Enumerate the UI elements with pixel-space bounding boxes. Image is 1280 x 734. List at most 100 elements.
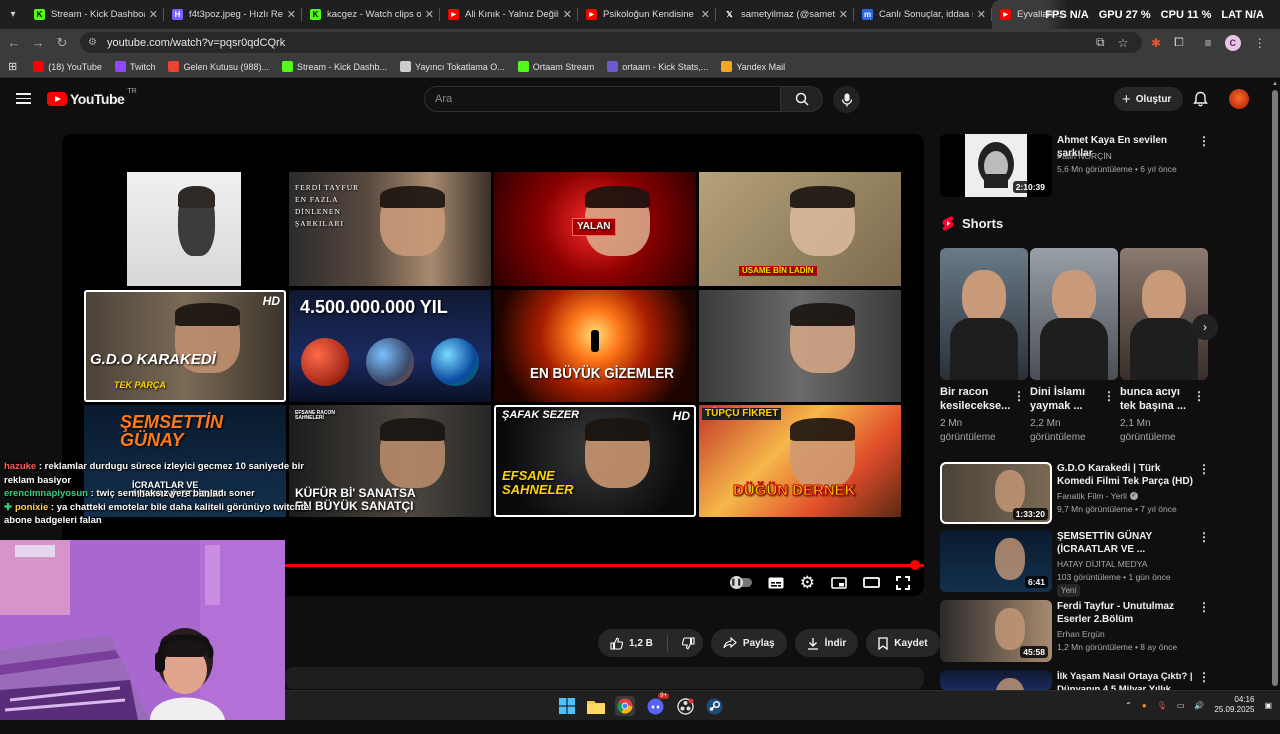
bookmark-item[interactable]: Ortaam Stream bbox=[517, 61, 594, 72]
thumbs-down-icon[interactable] bbox=[681, 636, 695, 650]
bookmark-item[interactable]: ortaam - Kick Stats,... bbox=[607, 61, 708, 72]
tab-close-icon[interactable]: ✕ bbox=[425, 8, 434, 21]
shorts-next-chevron-icon[interactable]: › bbox=[1192, 314, 1218, 340]
tab-close-icon[interactable]: ✕ bbox=[287, 8, 296, 21]
search-button[interactable] bbox=[781, 86, 823, 112]
endscreen-4-5-milyar[interactable]: 4.500.000.000 YIL bbox=[289, 290, 491, 402]
youtube-logo[interactable]: YouTube TR bbox=[47, 88, 137, 107]
forward-icon[interactable]: → bbox=[26, 31, 50, 55]
endscreen-portraits[interactable] bbox=[699, 290, 901, 402]
hamburger-menu-icon[interactable] bbox=[16, 93, 31, 104]
page-scrollbar[interactable]: ▲ bbox=[1270, 78, 1280, 690]
search-input[interactable] bbox=[424, 86, 781, 112]
site-info-icon[interactable]: ⚙ bbox=[88, 37, 97, 48]
browser-tab[interactable]: 𝕏sametyilmaz (@sametyilm ✕ bbox=[716, 0, 854, 29]
video-title[interactable]: ŞEMSETTİN GÜNAY (İCRAATLAR VE ... bbox=[1057, 530, 1195, 556]
extensions-puzzle-icon[interactable]: ⧠ bbox=[1174, 35, 1184, 50]
browser-tab[interactable]: ▶ Ali Kınık - Yalnız Değilsin ✕ bbox=[440, 0, 578, 29]
short-title[interactable]: Bir racon kesilecekse... bbox=[940, 385, 1015, 413]
tab-close-icon[interactable]: ✕ bbox=[977, 8, 986, 21]
short-thumbnail[interactable] bbox=[1120, 248, 1208, 380]
sidebar-top-video[interactable]: 2:10:39 Ahmet Kaya En sevilen şarkılar F… bbox=[940, 134, 1260, 198]
bookmark-item[interactable]: Yayıncı Tokatlama O... bbox=[400, 61, 505, 72]
endscreen-yalan[interactable]: YALAN bbox=[494, 172, 696, 286]
scrollbar-thumb[interactable] bbox=[1272, 90, 1278, 686]
short-thumbnail[interactable] bbox=[1030, 248, 1118, 380]
video-menu-icon[interactable]: ⋮ bbox=[1198, 530, 1210, 544]
video-title[interactable]: Ferdi Tayfur - Unutulmaz Eserler 2.Bölüm bbox=[1057, 600, 1195, 626]
tab-search-chevron-icon[interactable]: ▾ bbox=[0, 0, 26, 29]
install-app-icon[interactable]: ⧉ bbox=[1096, 35, 1105, 50]
browser-tab[interactable]: K Stream - Kick Dashboard ✕ bbox=[26, 0, 164, 29]
extension-icon[interactable]: ✱ bbox=[1151, 36, 1161, 50]
browser-menu-icon[interactable]: ⋮ bbox=[1254, 36, 1266, 50]
settings-gear-icon[interactable]: ⚙ bbox=[800, 574, 815, 591]
bookmark-item[interactable]: Yandex Mail bbox=[721, 61, 785, 72]
video-title[interactable]: G.D.O Karakedi | Türk Komedi Filmi Tek P… bbox=[1057, 462, 1195, 488]
reload-icon[interactable]: ↻ bbox=[50, 31, 74, 55]
sidebar-video[interactable]: 6:41 ŞEMSETTİN GÜNAY (İCRAATLAR VE ... HAT… bbox=[940, 530, 1260, 594]
create-button[interactable]: + Oluştur bbox=[1114, 87, 1184, 111]
channel-name[interactable]: Fanatik Film - Yerli ✓ bbox=[1057, 491, 1138, 501]
back-icon[interactable]: ← bbox=[2, 31, 26, 55]
browser-tab[interactable]: m Canlı Sonuçlar, iddaa son ✕ bbox=[854, 0, 992, 29]
endscreen-gdo-karakedi[interactable]: TEK PARÇA G.D.O KARAKEDİ HD bbox=[84, 290, 286, 402]
steam-icon[interactable] bbox=[704, 696, 724, 716]
profile-avatar[interactable]: C bbox=[1224, 34, 1241, 51]
account-avatar[interactable] bbox=[1229, 89, 1249, 109]
browser-tab[interactable]: Kkacgez - Watch clips on K ✕ bbox=[302, 0, 440, 29]
bookmark-item[interactable]: Stream - Kick Dashb... bbox=[282, 61, 387, 72]
theater-mode-icon[interactable] bbox=[863, 577, 880, 588]
video-menu-icon[interactable]: ⋮ bbox=[1198, 134, 1210, 148]
apps-grid-icon[interactable]: ⊞ bbox=[8, 60, 17, 73]
address-bar[interactable]: ⚙ youtube.com/watch?v=pqsr0qdCQrk bbox=[80, 32, 1142, 53]
endscreen-ferdi-tayfur[interactable]: FERDİ TAYFUR EN FAZLA DİNLENEN ŞARKILARI bbox=[289, 172, 491, 286]
sidebar-video[interactable]: 45:58 Ferdi Tayfur - Unutulmaz Eserler 2.… bbox=[940, 600, 1260, 664]
short-title[interactable]: Dini İslamı yaymak ... bbox=[1030, 385, 1105, 413]
media-control-icon[interactable]: ≡ bbox=[1205, 36, 1212, 50]
short-menu-icon[interactable]: ⋮ bbox=[1013, 389, 1025, 403]
subtitles-icon[interactable] bbox=[768, 577, 784, 589]
microphone-tray-icon[interactable]: 🎙 bbox=[1157, 701, 1167, 710]
bookmark-item[interactable]: Twitch bbox=[114, 61, 155, 72]
sidebar-video[interactable]: 1:33:20 G.D.O Karakedi | Türk Komedi Film… bbox=[940, 462, 1260, 526]
bookmark-item[interactable]: (18) YouTube bbox=[33, 61, 102, 72]
bookmark-star-icon[interactable]: ☆ bbox=[1118, 36, 1129, 50]
bookmark-item[interactable]: Gelen Kutusu (988)... bbox=[168, 61, 269, 72]
description-box[interactable] bbox=[285, 667, 924, 689]
tray-app-icon[interactable]: ● bbox=[1142, 701, 1147, 710]
download-button[interactable]: İndir bbox=[794, 629, 859, 657]
tab-close-icon[interactable]: ✕ bbox=[701, 8, 710, 21]
tab-close-icon[interactable]: ✕ bbox=[149, 8, 158, 21]
save-button[interactable]: Kaydet bbox=[866, 629, 940, 657]
windows-start-icon[interactable] bbox=[557, 696, 577, 716]
short-menu-icon[interactable]: ⋮ bbox=[1103, 389, 1115, 403]
short-title[interactable]: bunca acıyı tek başına ... bbox=[1120, 385, 1195, 413]
endscreen-dugun-dernek[interactable]: TÜPÇÜ FİKRET DÜĞÜN DERNEK bbox=[699, 405, 901, 517]
voice-search-button[interactable] bbox=[833, 86, 860, 113]
browser-tab[interactable]: ▶ Psikoloğun Kendisine 'İnce ✕ bbox=[578, 0, 716, 29]
like-button[interactable]: 1,2 B bbox=[598, 629, 703, 657]
network-icon[interactable]: ▭ bbox=[1177, 701, 1185, 710]
tab-close-icon[interactable]: ✕ bbox=[563, 8, 572, 21]
share-button[interactable]: Paylaş bbox=[710, 629, 787, 657]
volume-icon[interactable]: 🔊 bbox=[1194, 701, 1204, 710]
scroll-up-arrow-icon[interactable]: ▲ bbox=[1272, 81, 1278, 87]
short-menu-icon[interactable]: ⋮ bbox=[1193, 389, 1205, 403]
miniplayer-icon[interactable] bbox=[831, 576, 847, 589]
clock[interactable]: 04:16 25.09.2025 bbox=[1214, 695, 1254, 715]
channel-name[interactable]: HATAY DİJİTAL MEDYA bbox=[1057, 559, 1147, 569]
autoplay-toggle[interactable]: ❚❚ bbox=[729, 576, 752, 589]
endscreen-ahmet-kaya[interactable] bbox=[127, 172, 241, 286]
endscreen-gizemler[interactable]: EN BÜYÜK GİZEMLER bbox=[494, 290, 696, 402]
channel-name[interactable]: Fatih NORÇİN bbox=[1057, 151, 1112, 161]
endscreen-safak-sezer[interactable]: ŞAFAK SEZER EFSANE SAHNELER HD bbox=[494, 405, 696, 517]
progress-knob[interactable] bbox=[910, 560, 920, 570]
channel-name[interactable]: Erhan Ergün bbox=[1057, 629, 1105, 639]
notifications-bell-icon[interactable] bbox=[1193, 91, 1208, 112]
file-explorer-icon[interactable] bbox=[586, 696, 606, 716]
video-menu-icon[interactable]: ⋮ bbox=[1198, 462, 1210, 476]
video-menu-icon[interactable]: ⋮ bbox=[1198, 670, 1210, 684]
chrome-icon[interactable] bbox=[615, 696, 635, 716]
video-menu-icon[interactable]: ⋮ bbox=[1198, 600, 1210, 614]
